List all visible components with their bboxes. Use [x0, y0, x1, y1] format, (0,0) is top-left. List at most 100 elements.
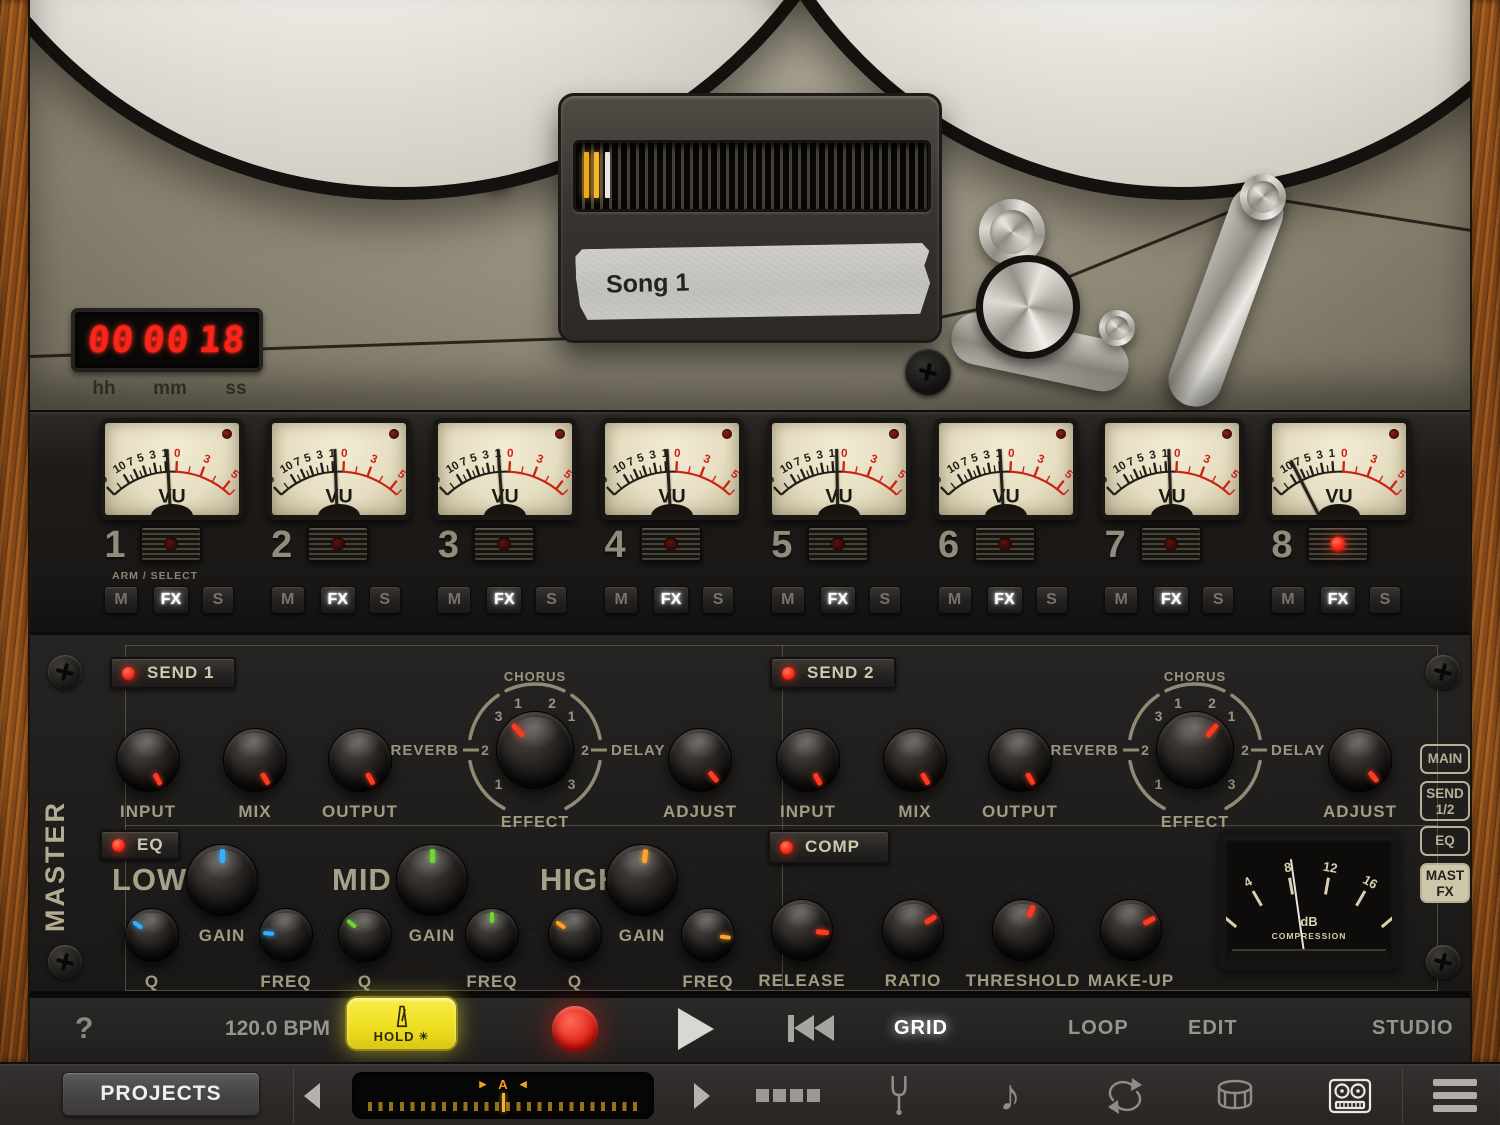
knob-label: Q	[145, 972, 159, 992]
deck-screw	[905, 349, 951, 395]
next-arrow-button[interactable]	[694, 1083, 710, 1109]
solo-button[interactable]: S	[202, 586, 234, 614]
knob-cap	[771, 899, 833, 961]
play-button[interactable]	[678, 1008, 714, 1050]
prev-arrow-button[interactable]	[304, 1083, 320, 1109]
send2-output-knob[interactable]: OUTPUT	[988, 728, 1052, 792]
song-name-label[interactable]: Song 1	[575, 241, 931, 323]
fx-button[interactable]: FX	[320, 586, 356, 614]
send2-mix-knob[interactable]: MIX	[883, 728, 947, 792]
fx-button[interactable]: FX	[987, 586, 1023, 614]
eq-mid-gain-knob[interactable]: GAIN	[396, 844, 468, 916]
eq-low-q-knob[interactable]: Q	[125, 908, 179, 962]
fx-button[interactable]: FX	[1153, 586, 1189, 614]
svg-text:4: 4	[1241, 873, 1255, 890]
eq-toggle[interactable]: EQ	[100, 830, 180, 860]
mute-button[interactable]: M	[1104, 586, 1138, 614]
menu-icon	[1433, 1079, 1477, 1112]
eq-mid-freq-knob[interactable]: FREQ	[465, 908, 519, 962]
arm-select-button[interactable]	[1307, 526, 1369, 562]
send1-effect-knob[interactable]	[496, 711, 574, 789]
tuner-button[interactable]	[864, 1064, 934, 1125]
solo-button[interactable]: S	[702, 586, 734, 614]
arm-select-button[interactable]	[640, 526, 702, 562]
grid-button[interactable]: GRID	[894, 995, 948, 1062]
mixer-button[interactable]	[753, 1064, 823, 1125]
solo-button[interactable]: S	[869, 586, 901, 614]
fx-button[interactable]: FX	[1320, 586, 1356, 614]
mute-button[interactable]: M	[771, 586, 805, 614]
send2-adjust-knob[interactable]: ADJUST	[1328, 728, 1392, 792]
edit-button[interactable]: EDIT	[1188, 995, 1238, 1062]
ss-label: ss	[214, 378, 258, 400]
studio-button[interactable]: STUDIO	[1372, 995, 1454, 1062]
mute-button[interactable]: M	[437, 586, 471, 614]
track-number: 8	[1267, 524, 1297, 567]
comp-makeup-knob[interactable]: MAKE-UP	[1100, 899, 1162, 961]
send1-input-knob[interactable]: INPUT	[116, 728, 180, 792]
comp-toggle[interactable]: COMP	[768, 830, 890, 864]
record-button[interactable]	[552, 1006, 598, 1052]
arm-select-button[interactable]	[974, 526, 1036, 562]
knob-cap	[328, 728, 392, 792]
arm-select-button[interactable]	[140, 526, 202, 562]
send1-mix-knob[interactable]: MIX	[223, 728, 287, 792]
send2-effect-knob[interactable]	[1156, 711, 1234, 789]
eq-high-q-knob[interactable]: Q	[548, 908, 602, 962]
mute-button[interactable]: M	[604, 586, 638, 614]
knob-label: GAIN	[619, 926, 666, 946]
eq-label: EQ	[137, 835, 164, 855]
rewind-button[interactable]	[788, 1015, 840, 1042]
solo-button[interactable]: S	[1369, 586, 1401, 614]
knob-label: INPUT	[120, 802, 176, 822]
projects-button[interactable]: PROJECTS	[62, 1072, 260, 1116]
loop-button[interactable]: LOOP	[1068, 995, 1129, 1062]
view-eq-button[interactable]: EQ	[1420, 826, 1470, 856]
view-main-button[interactable]: MAIN	[1420, 744, 1470, 774]
help-button[interactable]: ?	[75, 995, 93, 1062]
send1-adjust-knob[interactable]: ADJUST	[668, 728, 732, 792]
send2-toggle[interactable]: SEND 2	[770, 657, 896, 689]
comp-release-knob[interactable]: RELEASE	[771, 899, 833, 961]
comp-threshold-knob[interactable]: THRESHOLD	[992, 899, 1054, 961]
fx-button[interactable]: FX	[153, 586, 189, 614]
eq-high-gain-knob[interactable]: GAIN	[606, 844, 678, 916]
solo-button[interactable]: S	[535, 586, 567, 614]
metronome-hold-button[interactable]: HOLD☀	[345, 996, 458, 1051]
arm-led-icon	[1164, 537, 1178, 551]
view-mastfx-button[interactable]: MASTFX	[1420, 863, 1470, 903]
position-strip[interactable]: ▶A◀	[352, 1072, 654, 1119]
fx-button[interactable]: FX	[653, 586, 689, 614]
arm-select-button[interactable]	[473, 526, 535, 562]
solo-button[interactable]: S	[369, 586, 401, 614]
peak-led-icon	[222, 429, 232, 439]
mute-button[interactable]: M	[938, 586, 972, 614]
view-send12-button[interactable]: SEND1/2	[1420, 781, 1470, 821]
mute-button[interactable]: M	[1271, 586, 1305, 614]
comp-ratio-knob[interactable]: RATIO	[882, 899, 944, 961]
send2-input-knob[interactable]: INPUT	[776, 728, 840, 792]
arm-select-button[interactable]	[1140, 526, 1202, 562]
loop-mode-button[interactable]	[1090, 1064, 1160, 1125]
eq-high-freq-knob[interactable]: FREQ	[681, 908, 735, 962]
drums-button[interactable]	[1200, 1064, 1270, 1125]
arm-select-button[interactable]	[307, 526, 369, 562]
bpm-display[interactable]: 120.0 BPM	[190, 995, 330, 1062]
solo-button[interactable]: S	[1202, 586, 1234, 614]
metronome-note-button[interactable]: ♪	[975, 1064, 1045, 1125]
send1-toggle[interactable]: SEND 1	[110, 657, 236, 689]
mute-button[interactable]: M	[271, 586, 305, 614]
arm-select-button[interactable]	[807, 526, 869, 562]
knob-label: RELEASE	[758, 971, 845, 991]
fx-button[interactable]: FX	[486, 586, 522, 614]
menu-button[interactable]	[1420, 1064, 1490, 1125]
recorder-view-button[interactable]	[1315, 1064, 1385, 1125]
solo-button[interactable]: S	[1036, 586, 1068, 614]
eq-low-gain-knob[interactable]: GAIN	[186, 844, 258, 916]
knob-cap	[776, 728, 840, 792]
send1-output-knob[interactable]: OUTPUT	[328, 728, 392, 792]
eq-mid-q-knob[interactable]: Q	[338, 908, 392, 962]
eq-low-freq-knob[interactable]: FREQ	[259, 908, 313, 962]
mute-button[interactable]: M	[104, 586, 138, 614]
fx-button[interactable]: FX	[820, 586, 856, 614]
